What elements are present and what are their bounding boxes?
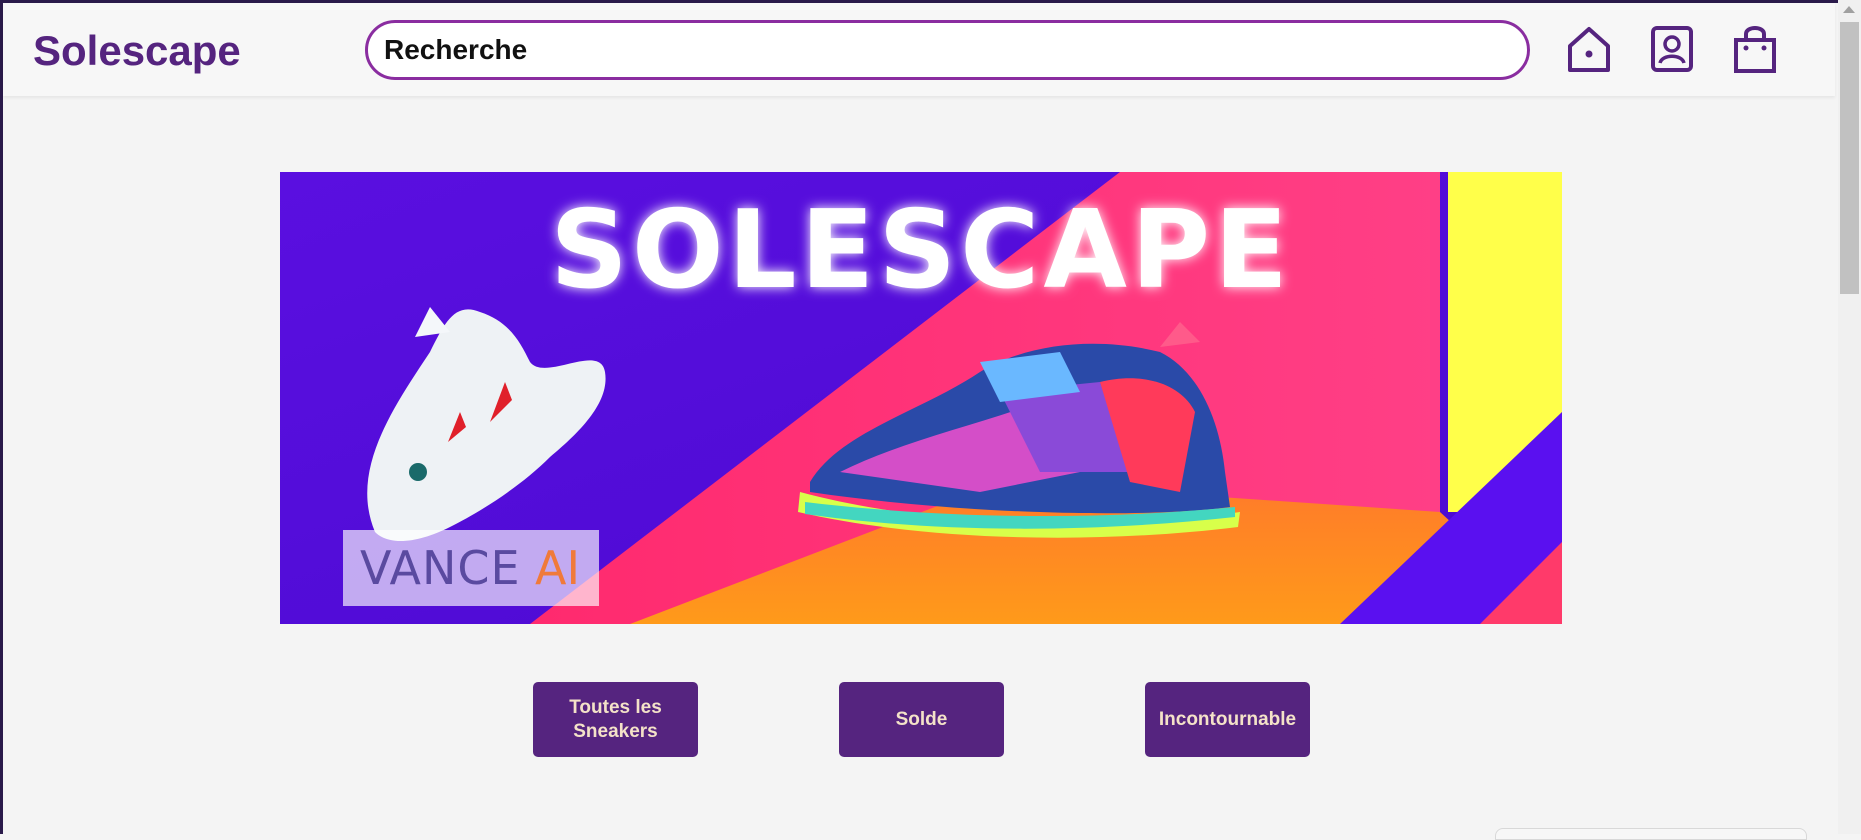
profile-icon [1651, 26, 1693, 72]
partial-card [1495, 828, 1807, 840]
cart-button[interactable] [1731, 23, 1779, 75]
category-label: Incontournable [1158, 708, 1297, 730]
scrollbar-thumb[interactable] [1840, 22, 1859, 294]
watermark: VANCE AI [343, 530, 599, 606]
category-all-sneakers-button[interactable]: Toutes les Sneakers [533, 682, 698, 757]
brand-logo[interactable]: Solescape [33, 27, 241, 75]
category-sale-button[interactable]: Solde [839, 682, 1004, 757]
search-input[interactable]: Recherche [365, 20, 1530, 80]
home-icon [1568, 27, 1610, 72]
window-left-border [0, 0, 3, 834]
profile-button[interactable] [1648, 23, 1696, 75]
banner-title: SOLESCAPE [550, 188, 1292, 313]
shopping-bag-icon [1734, 26, 1776, 73]
watermark-ai: AI [535, 541, 580, 595]
top-navbar: Solescape Recherche [3, 3, 1835, 96]
category-label: Toutes les Sneakers [569, 696, 662, 742]
search-input-value: Recherche [384, 34, 528, 65]
scroll-up-arrow-icon[interactable] [1843, 6, 1855, 13]
watermark-brand: VANCE [360, 541, 521, 595]
hero-banner[interactable]: SOLESCAPE VANCE AI [280, 172, 1562, 624]
home-button[interactable] [1565, 23, 1613, 75]
category-must-have-button[interactable]: Incontournable [1145, 682, 1310, 757]
category-label: Solde [895, 708, 948, 730]
hero-banner-art: SOLESCAPE VANCE AI [280, 172, 1562, 624]
